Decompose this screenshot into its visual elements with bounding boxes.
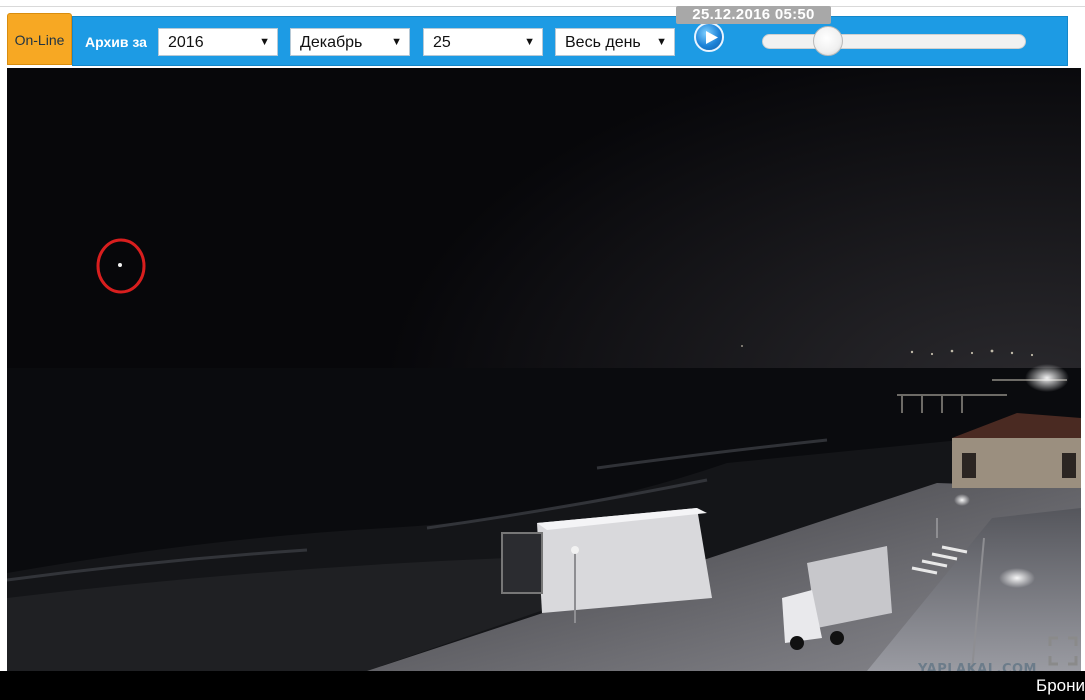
bottom-bar: [0, 671, 1085, 700]
chevron-down-icon: ▼: [656, 36, 667, 48]
year-select-value: 2016: [168, 34, 204, 51]
period-select[interactable]: Весь день ▼: [555, 28, 675, 56]
chevron-down-icon: ▼: [259, 36, 270, 48]
online-button[interactable]: On-Line: [7, 13, 72, 65]
day-select[interactable]: 25 ▼: [423, 28, 543, 56]
year-select[interactable]: 2016 ▼: [158, 28, 278, 56]
camera-video-frame[interactable]: [7, 68, 1081, 671]
day-select-value: 25: [433, 34, 451, 51]
fullscreen-icon[interactable]: [1048, 636, 1078, 666]
booking-link[interactable]: Брони: [1036, 676, 1085, 696]
webcam-night-scene: [7, 68, 1081, 671]
chevron-down-icon: ▼: [391, 36, 402, 48]
chevron-down-icon: ▼: [524, 36, 535, 48]
timeline-timestamp: 25.12.2016 05:50: [676, 6, 831, 24]
play-icon: [706, 31, 718, 44]
top-divider: [0, 6, 1085, 7]
month-select[interactable]: Декабрь ▼: [290, 28, 410, 56]
sky-light-point: [118, 263, 122, 267]
play-button[interactable]: [694, 22, 724, 52]
period-select-value: Весь день: [565, 34, 641, 51]
archive-label: Архив за: [85, 34, 147, 50]
timeline-slider[interactable]: [762, 34, 1026, 49]
month-select-value: Декабрь: [300, 34, 363, 51]
timeline-slider-handle[interactable]: [813, 26, 843, 56]
